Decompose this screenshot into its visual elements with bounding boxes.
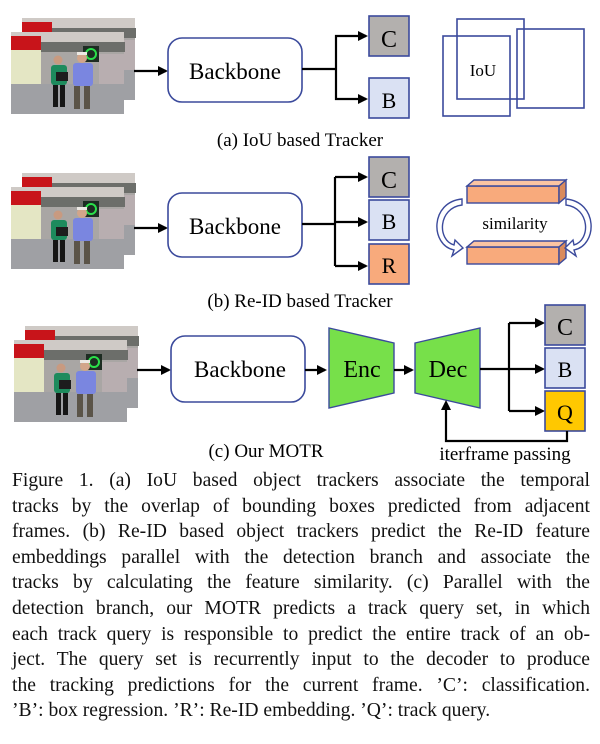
backbone-label: Backbone [189, 214, 281, 239]
feedback-label: iterframe passing [439, 444, 571, 465]
caption-line: ’B’: box regression. ’R’: Re-ID embeddin… [12, 700, 491, 722]
output-b-label: B [558, 357, 573, 382]
panel-a: Backbone C B IoU (a) IoU based Tracker [10, 15, 585, 151]
subcaption-b: (b) Re-ID based Tracker [207, 291, 393, 312]
panel-c: Backbone Enc Dec C B Q iterframe passing… [13, 304, 586, 465]
output-c-label: C [381, 168, 397, 194]
caption-line: ject. The query set is recurrently input… [12, 649, 590, 671]
branch-lines [302, 175, 366, 268]
decoder-label: Dec [429, 357, 468, 383]
figure-caption: Figure 1. (a) IoU based object trackers … [12, 468, 590, 724]
backbone-label: Backbone [194, 357, 286, 382]
caption-line: each track query is responsible to predi… [12, 623, 590, 645]
embedding-vector-bottom [465, 239, 568, 266]
output-r-label: R [382, 253, 397, 278]
arrowheads [358, 31, 368, 104]
output-b-label: B [382, 88, 397, 113]
output-c-label: C [381, 27, 397, 53]
input-frames [13, 325, 140, 423]
caption-line: frames. (b) Re-ID based object trackers … [12, 521, 590, 543]
output-b-label: B [382, 209, 397, 234]
iou-label: IoU [470, 61, 496, 80]
similarity-arrow-left-icon [436, 198, 465, 258]
encoder-label: Enc [343, 357, 380, 383]
subcaption-a: (a) IoU based Tracker [217, 130, 384, 151]
caption-line: the tracking predictions for the current… [12, 674, 590, 696]
panel-b: Backbone C B R similarity (b) Re-ID base… [10, 156, 592, 312]
caption-line: embeddings parallel with the detection b… [12, 546, 590, 568]
caption-line: detection branch, our MOTR predicts a tr… [12, 597, 590, 619]
input-frames [10, 17, 137, 115]
output-q-label: Q [557, 400, 573, 425]
caption-line: tracks by calculating the feature simila… [12, 572, 590, 594]
backbone-label: Backbone [189, 59, 281, 84]
input-frames [10, 172, 137, 270]
motr-figure: Backbone C B IoU (a) IoU based Tracker B… [10, 15, 592, 465]
similarity-label: similarity [482, 214, 548, 233]
subcaption-c: (c) Our MOTR [208, 441, 323, 462]
caption-line: Figure 1. (a) IoU based object trackers … [12, 470, 590, 491]
output-c-label: C [557, 315, 573, 341]
arrowheads [535, 318, 545, 416]
embedding-vector-top [465, 178, 568, 205]
arrowheads [358, 172, 368, 271]
iou-overlap-diagram [442, 18, 585, 117]
caption-line: tracks by the overlap of bounding boxes … [12, 495, 590, 517]
branch-lines [302, 34, 366, 101]
branch-lines [480, 321, 542, 413]
similarity-arrow-right-icon [563, 198, 592, 258]
